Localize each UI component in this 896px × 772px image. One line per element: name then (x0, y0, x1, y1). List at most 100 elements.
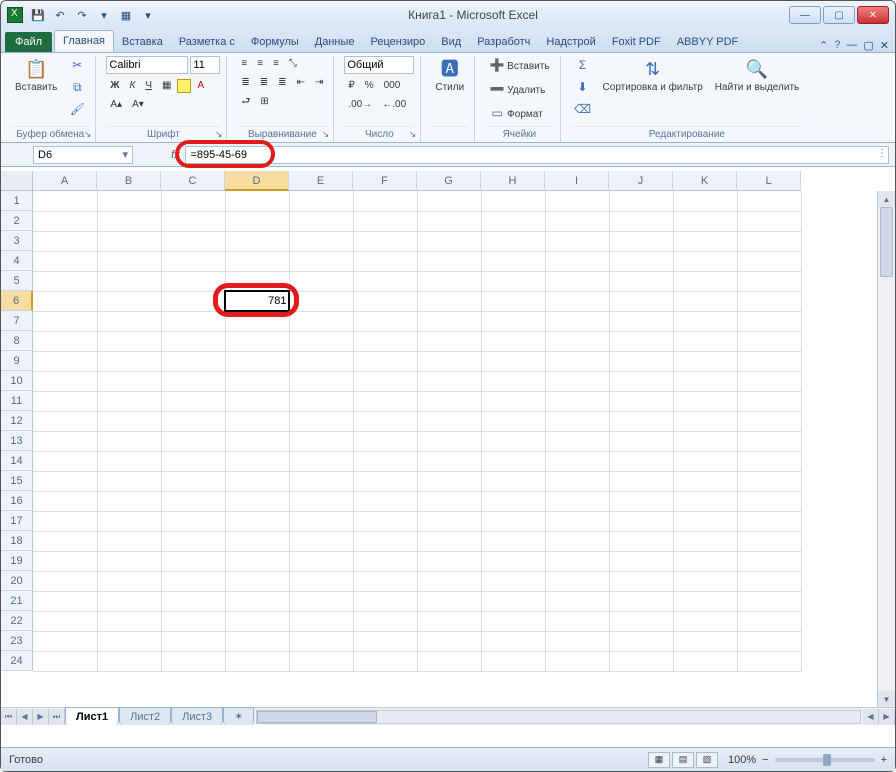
cell-K10[interactable] (673, 371, 737, 391)
cell-E21[interactable] (289, 591, 353, 611)
row-header-7[interactable]: 7 (1, 311, 33, 331)
cell-J15[interactable] (609, 471, 673, 491)
cell-A2[interactable] (33, 211, 97, 231)
cell-C9[interactable] (161, 351, 225, 371)
format-cells-button[interactable]: ▭Формат (485, 104, 547, 124)
close-button[interactable]: ✕ (857, 6, 889, 24)
cell-K5[interactable] (673, 271, 737, 291)
cell-J18[interactable] (609, 531, 673, 551)
cell-B20[interactable] (97, 571, 161, 591)
view-pagebreak-button[interactable]: ▧ (696, 752, 718, 768)
cell-L8[interactable] (737, 331, 801, 351)
row-header-10[interactable]: 10 (1, 371, 33, 391)
cell-G17[interactable] (417, 511, 481, 531)
cell-J19[interactable] (609, 551, 673, 571)
cell-L20[interactable] (737, 571, 801, 591)
cell-B3[interactable] (97, 231, 161, 251)
zoom-in-button[interactable]: + (881, 754, 887, 766)
cell-H18[interactable] (481, 531, 545, 551)
cell-G20[interactable] (417, 571, 481, 591)
cell-K23[interactable] (673, 631, 737, 651)
cell-F4[interactable] (353, 251, 417, 271)
cell-I16[interactable] (545, 491, 609, 511)
number-launcher-icon[interactable]: ↘ (409, 129, 417, 140)
column-header-J[interactable]: J (609, 171, 673, 191)
cell-K15[interactable] (673, 471, 737, 491)
cell-B2[interactable] (97, 211, 161, 231)
copy-button[interactable]: ⧉ (65, 78, 89, 98)
cell-L6[interactable] (737, 291, 801, 311)
indent-inc-button[interactable]: ⇥ (311, 75, 327, 90)
cell-J6[interactable] (609, 291, 673, 311)
cell-L18[interactable] (737, 531, 801, 551)
cell-A22[interactable] (33, 611, 97, 631)
cell-F6[interactable] (353, 291, 417, 311)
cell-B5[interactable] (97, 271, 161, 291)
cell-F14[interactable] (353, 451, 417, 471)
alignment-launcher-icon[interactable]: ↘ (322, 129, 330, 140)
cell-D18[interactable] (225, 531, 289, 551)
cell-D22[interactable] (225, 611, 289, 631)
cell-C3[interactable] (161, 231, 225, 251)
help-icon[interactable]: ? (834, 39, 840, 52)
fillcolor-button[interactable] (177, 79, 191, 93)
cell-G7[interactable] (417, 311, 481, 331)
cell-H9[interactable] (481, 351, 545, 371)
column-header-D[interactable]: D (225, 171, 289, 191)
cell-A15[interactable] (33, 471, 97, 491)
cell-L22[interactable] (737, 611, 801, 631)
styles-button[interactable]: 🅰 Стили (431, 56, 468, 95)
cell-C23[interactable] (161, 631, 225, 651)
formatpainter-button[interactable]: 🖌 (65, 100, 89, 120)
cell-E18[interactable] (289, 531, 353, 551)
insert-cells-button[interactable]: ➕Вставить (485, 56, 553, 76)
cell-J11[interactable] (609, 391, 673, 411)
cell-B7[interactable] (97, 311, 161, 331)
cell-I20[interactable] (545, 571, 609, 591)
cell-A14[interactable] (33, 451, 97, 471)
cell-L5[interactable] (737, 271, 801, 291)
row-header-2[interactable]: 2 (1, 211, 33, 231)
cell-E19[interactable] (289, 551, 353, 571)
save-icon[interactable]: 💾 (29, 6, 47, 24)
cell-C19[interactable] (161, 551, 225, 571)
cell-C22[interactable] (161, 611, 225, 631)
cell-G15[interactable] (417, 471, 481, 491)
cell-F12[interactable] (353, 411, 417, 431)
currency-button[interactable]: ₽ (344, 78, 358, 93)
cell-F9[interactable] (353, 351, 417, 371)
cell-D4[interactable] (225, 251, 289, 271)
cell-L4[interactable] (737, 251, 801, 271)
cell-B17[interactable] (97, 511, 161, 531)
align-middle-button[interactable]: ≡ (253, 56, 267, 71)
cell-J24[interactable] (609, 651, 673, 671)
cell-H20[interactable] (481, 571, 545, 591)
cell-D12[interactable] (225, 411, 289, 431)
column-header-G[interactable]: G (417, 171, 481, 191)
cell-C12[interactable] (161, 411, 225, 431)
cell-A11[interactable] (33, 391, 97, 411)
cell-F8[interactable] (353, 331, 417, 351)
cell-B19[interactable] (97, 551, 161, 571)
cell-I5[interactable] (545, 271, 609, 291)
cell-L11[interactable] (737, 391, 801, 411)
underline-button[interactable]: Ч (141, 78, 156, 93)
cell-K20[interactable] (673, 571, 737, 591)
cell-G14[interactable] (417, 451, 481, 471)
cell-D16[interactable] (225, 491, 289, 511)
cell-A20[interactable] (33, 571, 97, 591)
cell-C15[interactable] (161, 471, 225, 491)
row-header-11[interactable]: 11 (1, 391, 33, 411)
cell-J16[interactable] (609, 491, 673, 511)
cell-C10[interactable] (161, 371, 225, 391)
sheet-tab-1[interactable]: Лист1 (65, 707, 119, 725)
cell-C17[interactable] (161, 511, 225, 531)
cell-I23[interactable] (545, 631, 609, 651)
cell-G1[interactable] (417, 191, 481, 211)
column-header-E[interactable]: E (289, 171, 353, 191)
align-top-button[interactable]: ≡ (237, 56, 251, 71)
cell-H5[interactable] (481, 271, 545, 291)
cell-G18[interactable] (417, 531, 481, 551)
cell-L14[interactable] (737, 451, 801, 471)
cell-D17[interactable] (225, 511, 289, 531)
